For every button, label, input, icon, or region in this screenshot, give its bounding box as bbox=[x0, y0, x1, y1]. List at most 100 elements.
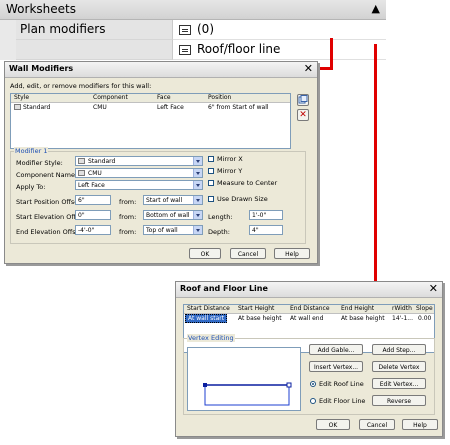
vertex-preview-drawing bbox=[203, 382, 292, 406]
column-header[interactable]: Face bbox=[157, 94, 171, 101]
collapse-icon[interactable]: ▲ bbox=[372, 2, 380, 15]
dropdown-value: Standard bbox=[88, 158, 116, 165]
column-header[interactable]: Slope bbox=[416, 305, 433, 312]
use-drawn-size-checkbox[interactable] bbox=[208, 196, 214, 202]
label-apply-to: Apply To: bbox=[16, 183, 46, 191]
property-name-cell: Plan modifiers bbox=[16, 20, 173, 40]
ok-button[interactable]: OK bbox=[189, 248, 221, 259]
column-header[interactable]: Position bbox=[208, 94, 231, 101]
cell-width[interactable]: 14'-1... bbox=[392, 315, 413, 322]
mirror-y-checkbox[interactable] bbox=[208, 168, 214, 174]
reverse-button[interactable]: Reverse bbox=[372, 395, 426, 406]
vertex-preview-canvas[interactable] bbox=[187, 347, 301, 411]
button-label: Add Step... bbox=[382, 347, 416, 354]
component-name-dropdown[interactable]: CMU bbox=[75, 168, 203, 178]
cancel-button[interactable]: Cancel bbox=[359, 419, 395, 430]
worksheets-section-header[interactable]: Worksheets ▲ bbox=[0, 0, 386, 20]
delete-icon: ✕ bbox=[299, 110, 307, 120]
button-label: Edit Vertex... bbox=[379, 381, 419, 388]
label-depth: Depth: bbox=[208, 228, 230, 236]
property-row-roof-floor-line[interactable]: Roof/floor line bbox=[0, 40, 386, 60]
button-label: Help bbox=[413, 422, 427, 429]
close-icon[interactable]: ✕ bbox=[429, 282, 438, 295]
mirror-x-checkbox[interactable] bbox=[208, 156, 214, 162]
cell-start-distance[interactable]: At wall start bbox=[185, 314, 228, 323]
chevron-down-icon[interactable] bbox=[193, 157, 202, 165]
start-position-offset-field[interactable]: 6" bbox=[75, 195, 111, 205]
chevron-down-icon[interactable] bbox=[193, 169, 202, 177]
chevron-down-icon[interactable] bbox=[193, 196, 202, 204]
cell-slope[interactable]: 0.00 bbox=[418, 315, 431, 322]
start-elevation-offset-field[interactable]: 0" bbox=[75, 210, 111, 220]
property-value-cell[interactable]: (0) bbox=[173, 20, 386, 40]
row-gutter bbox=[0, 20, 16, 40]
column-header[interactable]: rWidth bbox=[392, 305, 412, 312]
button-label: Cancel bbox=[366, 422, 388, 429]
dropdown-value: Top of wall bbox=[146, 227, 178, 234]
group-title: Modifier 1 bbox=[14, 147, 49, 155]
measure-to-center-checkbox[interactable] bbox=[208, 180, 214, 186]
property-name-cell bbox=[16, 40, 173, 60]
button-label: Delete Vertex bbox=[378, 364, 420, 371]
chevron-down-icon[interactable] bbox=[193, 226, 202, 234]
button-label: Cancel bbox=[237, 251, 259, 258]
add-step-button[interactable]: Add Step... bbox=[372, 344, 426, 355]
column-header[interactable]: End Distance bbox=[290, 305, 330, 312]
property-value-cell[interactable]: Roof/floor line bbox=[173, 40, 386, 60]
chevron-down-icon[interactable] bbox=[193, 211, 202, 219]
property-value: (0) bbox=[197, 22, 214, 36]
edit-roof-line-radio[interactable] bbox=[310, 381, 316, 387]
edit-vertex-button[interactable]: Edit Vertex... bbox=[372, 378, 426, 389]
apply-to-dropdown[interactable]: Left Face bbox=[75, 180, 203, 190]
help-button[interactable]: Help bbox=[274, 248, 310, 259]
start-position-from-dropdown[interactable]: Start of wall bbox=[143, 195, 203, 205]
column-header[interactable]: End Height bbox=[341, 305, 374, 312]
button-label: OK bbox=[328, 422, 338, 429]
modifier-style-dropdown[interactable]: Standard bbox=[75, 156, 203, 166]
column-header[interactable]: Component bbox=[93, 94, 128, 101]
depth-field[interactable]: 4" bbox=[249, 225, 283, 235]
end-elevation-from-dropdown[interactable]: Top of wall bbox=[143, 225, 203, 235]
dialog-title-bar: Wall Modifiers ✕ bbox=[5, 62, 317, 78]
button-label: Add Gable... bbox=[317, 347, 355, 354]
cell-position: 6" from Start of wall bbox=[208, 104, 269, 111]
length-field[interactable]: 1'-0" bbox=[249, 210, 283, 220]
field-value: 1'-0" bbox=[252, 212, 267, 219]
chevron-down-icon[interactable] bbox=[193, 181, 202, 189]
list-item[interactable]: Standard CMU Left Face 6" from Start of … bbox=[11, 103, 290, 112]
column-header[interactable]: Start Height bbox=[238, 305, 274, 312]
remove-modifier-button[interactable]: ✕ bbox=[297, 109, 309, 121]
start-elevation-from-dropdown[interactable]: Bottom of wall bbox=[143, 210, 203, 220]
cell-style: Standard bbox=[23, 104, 51, 111]
measure-to-center-label: Measure to Center bbox=[217, 179, 278, 187]
dropdown-value: CMU bbox=[88, 170, 102, 177]
insert-vertex-button[interactable]: Insert Vertex... bbox=[309, 361, 363, 372]
wall-modifiers-dialog: Wall Modifiers ✕ Add, edit, or remove mo… bbox=[4, 61, 318, 264]
field-value: -4'-0" bbox=[78, 227, 95, 234]
help-button[interactable]: Help bbox=[402, 419, 438, 430]
add-modifier-button[interactable] bbox=[297, 94, 309, 106]
cell-end-distance[interactable]: At wall end bbox=[290, 315, 323, 322]
button-label: Reverse bbox=[386, 398, 412, 405]
field-value: 6" bbox=[78, 197, 85, 204]
modifiers-list[interactable]: Style Component Face Position Standard C… bbox=[10, 93, 291, 149]
table-row[interactable]: At wall start At base height At wall end… bbox=[184, 314, 434, 323]
cell-start-height[interactable]: At base height bbox=[238, 315, 282, 322]
callout-line bbox=[374, 44, 377, 286]
delete-vertex-button[interactable]: Delete Vertex bbox=[372, 361, 426, 372]
column-header[interactable]: Start Distance bbox=[187, 305, 230, 312]
column-header[interactable]: Style bbox=[14, 94, 29, 101]
label-component-name: Component Name: bbox=[16, 171, 78, 179]
cell-end-height[interactable]: At base height bbox=[341, 315, 385, 322]
end-elevation-offset-field[interactable]: -4'-0" bbox=[75, 225, 111, 235]
label-from: from: bbox=[119, 213, 137, 221]
label-length: Length: bbox=[208, 213, 233, 221]
button-label: OK bbox=[200, 251, 210, 258]
field-value: 0" bbox=[78, 212, 85, 219]
close-icon[interactable]: ✕ bbox=[304, 62, 313, 75]
edit-floor-line-radio[interactable] bbox=[310, 398, 316, 404]
ok-button[interactable]: OK bbox=[316, 419, 350, 430]
property-row-plan-modifiers[interactable]: Plan modifiers (0) bbox=[0, 20, 386, 40]
cancel-button[interactable]: Cancel bbox=[230, 248, 266, 259]
add-gable-button[interactable]: Add Gable... bbox=[309, 344, 363, 355]
